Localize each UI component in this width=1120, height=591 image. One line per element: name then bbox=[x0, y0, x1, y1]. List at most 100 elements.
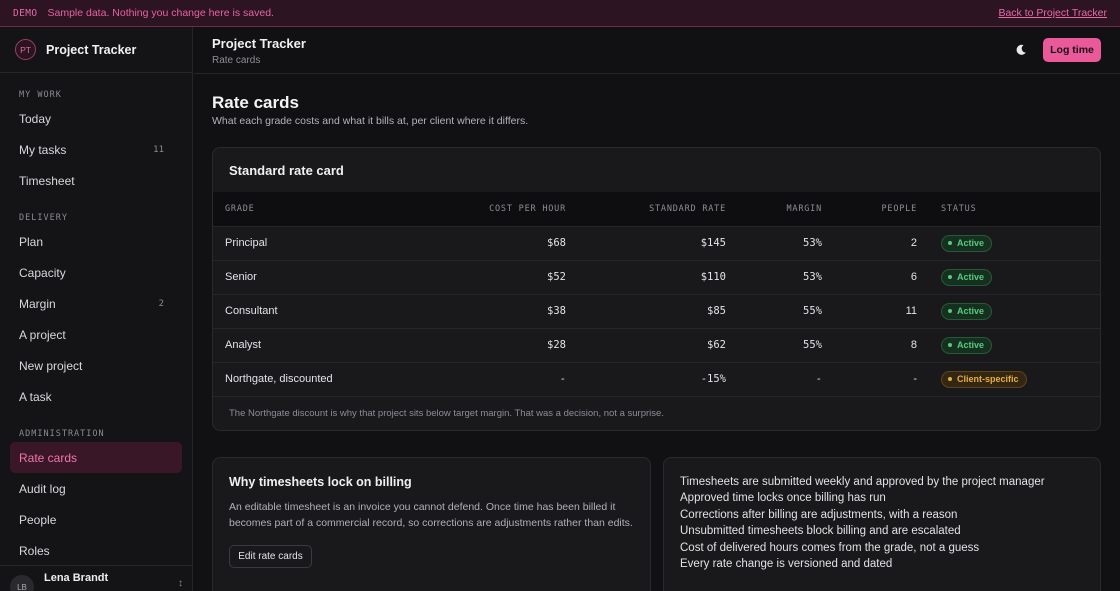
status-badge: Active bbox=[941, 302, 993, 320]
sidebar-item-label: Roles bbox=[19, 543, 50, 558]
sidebar-item-plan[interactable]: Plan bbox=[0, 226, 182, 257]
people-cell: 8 bbox=[910, 339, 917, 351]
rate-cell: $85 bbox=[707, 305, 726, 317]
list-item: Corrections after billing are adjustment… bbox=[680, 508, 958, 521]
rate-cell: $62 bbox=[707, 339, 726, 351]
list-item: Timesheets are submitted weekly and appr… bbox=[680, 476, 1045, 488]
moon-icon[interactable] bbox=[1013, 42, 1029, 58]
user-name: Lena Brandt bbox=[44, 572, 109, 584]
sidebar-item-roles[interactable]: Roles bbox=[0, 535, 182, 566]
status-dot-icon bbox=[948, 377, 952, 382]
sidebar-item-rate-cards[interactable]: Rate cards bbox=[10, 442, 182, 473]
sidebar-item-label: Audit log bbox=[19, 481, 66, 496]
sidebar-item-today[interactable]: Today bbox=[0, 103, 182, 134]
column-header: PEOPLE bbox=[881, 203, 917, 214]
list-item: Unsubmitted timesheets block billing and… bbox=[680, 525, 961, 538]
people-cell: 6 bbox=[910, 271, 917, 283]
sidebar-item-timesheet[interactable]: Timesheet bbox=[0, 165, 182, 196]
status-cell: Active bbox=[929, 260, 1100, 294]
cost-cell: - bbox=[559, 373, 566, 386]
table-row[interactable]: Senior $52 $110 53% 6 Active bbox=[213, 260, 1100, 294]
nav-section-label: MY WORK bbox=[19, 90, 62, 100]
header-subtitle: Rate cards bbox=[212, 55, 261, 66]
list-item: Every rate change is versioned and dated bbox=[680, 558, 893, 571]
sidebar-item-label: Margin bbox=[19, 296, 56, 311]
sidebar-item-label: My tasks bbox=[19, 142, 67, 157]
people-cell: 11 bbox=[905, 305, 917, 317]
expand-icon[interactable]: ↕ bbox=[178, 578, 183, 589]
sidebar-item-my-tasks[interactable]: My tasks 11 bbox=[0, 134, 182, 165]
grade-cell: Analyst bbox=[225, 339, 262, 351]
status-dot-icon bbox=[948, 343, 952, 347]
rate-card-title: Standard rate card bbox=[229, 162, 344, 178]
sidebar-brand[interactable]: PT Project Tracker bbox=[0, 27, 192, 73]
demo-message: Sample data. Nothing you change here is … bbox=[47, 7, 274, 19]
rules-panel: Timesheets are submitted weekly and appr… bbox=[663, 457, 1101, 591]
sidebar-item-label: Plan bbox=[19, 234, 44, 249]
list-item: Cost of delivered hours comes from the g… bbox=[680, 541, 980, 554]
rules-list: Timesheets are submitted weekly and appr… bbox=[680, 474, 1084, 572]
status-badge: Active bbox=[941, 336, 993, 354]
demo-tag: DEMO bbox=[13, 7, 38, 19]
margin-cell: - bbox=[815, 373, 822, 386]
grade-cell: Senior bbox=[225, 271, 257, 283]
margin-cell: 55% bbox=[803, 339, 822, 351]
rate-cell: -15% bbox=[700, 373, 726, 386]
page-title: Rate cards bbox=[212, 93, 299, 112]
margin-cell: 53% bbox=[803, 237, 822, 249]
status-dot-icon bbox=[948, 241, 952, 245]
user-menu[interactable]: LB Lena Brandt ↕ bbox=[0, 565, 192, 591]
sidebar-item-label: Timesheet bbox=[19, 173, 75, 188]
log-time-button[interactable]: Log time bbox=[1043, 38, 1101, 62]
status-label: Active bbox=[957, 238, 985, 248]
status-label: Active bbox=[957, 272, 985, 282]
sidebar-item-audit-log[interactable]: Audit log bbox=[0, 473, 182, 504]
grade-cell: Principal bbox=[225, 237, 268, 249]
sidebar-item-count: 11 bbox=[153, 144, 164, 155]
sidebar-item-capacity[interactable]: Capacity bbox=[0, 257, 182, 288]
sidebar-item-a-task[interactable]: A task bbox=[0, 381, 182, 412]
column-header: STATUS bbox=[941, 203, 977, 214]
list-item: Approved time locks once billing has run bbox=[680, 492, 886, 505]
sidebar-item-people[interactable]: People bbox=[0, 504, 182, 535]
rate-cell: $145 bbox=[700, 237, 726, 249]
cost-cell: $38 bbox=[547, 305, 566, 317]
table-row[interactable]: Northgate, discounted - -15% - - Client-speci… bbox=[213, 362, 1100, 396]
rate-card-footnote: The Northgate discount is why that proje… bbox=[213, 396, 1100, 429]
column-header: MARGIN bbox=[786, 203, 822, 214]
why-lock-title: Why timesheets lock on billing bbox=[229, 475, 412, 489]
back-to-tracker-link[interactable]: Back to Project Tracker bbox=[998, 7, 1107, 19]
edit-rate-cards-button[interactable]: Edit rate cards bbox=[229, 545, 312, 568]
status-dot-icon bbox=[948, 309, 952, 313]
app-avatar: PT bbox=[15, 39, 36, 60]
page-description: What each grade costs and what it bills … bbox=[212, 115, 529, 127]
status-label: Active bbox=[957, 340, 985, 350]
status-cell: Active bbox=[929, 294, 1100, 328]
column-header: STANDARD RATE bbox=[649, 203, 726, 214]
sidebar-item-label: A task bbox=[19, 389, 52, 404]
nav-section-label: ADMINISTRATION bbox=[19, 429, 105, 439]
sidebar-item-margin[interactable]: Margin 2 bbox=[0, 288, 182, 319]
status-label: Active bbox=[957, 306, 985, 316]
people-cell: - bbox=[913, 373, 917, 386]
cost-cell: $28 bbox=[547, 339, 566, 351]
sidebar-item-count: 2 bbox=[158, 298, 164, 309]
rate-cell: $110 bbox=[700, 271, 726, 283]
sidebar-item-label: Rate cards bbox=[19, 450, 78, 465]
sidebar-item-label: Today bbox=[19, 111, 52, 126]
grade-cell: Consultant bbox=[225, 305, 278, 317]
sidebar-item-a-project[interactable]: A project bbox=[0, 319, 182, 350]
table-row[interactable]: Consultant $38 $85 55% 11 Active bbox=[213, 294, 1100, 328]
margin-cell: 55% bbox=[803, 305, 822, 317]
header-title: Project Tracker bbox=[212, 36, 306, 51]
people-cell: 2 bbox=[910, 237, 917, 249]
status-cell: Active bbox=[929, 328, 1100, 362]
sidebar-item-new-project[interactable]: New project bbox=[0, 350, 182, 381]
main-content: Rate cards What each grade costs and wha… bbox=[194, 74, 1120, 591]
sidebar: PT Project Tracker MY WORK Today My tasks 1… bbox=[0, 27, 193, 591]
top-header: Project Tracker Rate cards Log time bbox=[194, 27, 1120, 74]
nav-section-label: DELIVERY bbox=[19, 213, 68, 223]
table-row[interactable]: Analyst $28 $62 55% 8 Active bbox=[213, 328, 1100, 362]
table-row[interactable]: Principal $68 $145 53% 2 Active bbox=[213, 226, 1100, 260]
why-lock-body: An editable timesheet is an invoice you … bbox=[229, 501, 633, 529]
